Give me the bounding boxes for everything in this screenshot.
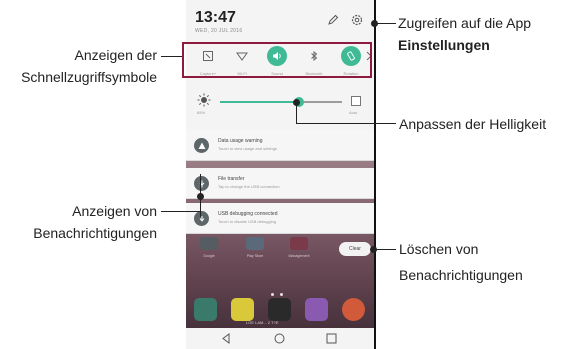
notification-title: USB debugging connected: [218, 211, 278, 217]
date: WED, 20 JUL 2016: [195, 28, 243, 34]
brightness-slider-track[interactable]: [220, 101, 342, 103]
notification-title: File transfer: [218, 176, 245, 182]
messages-app-icon[interactable]: [231, 298, 254, 321]
notification-subtitle: Tap to change the USB connection: [218, 184, 280, 189]
clear-callout: Löschen von Benachrichtigungen: [399, 236, 523, 288]
google-app-icon[interactable]: [200, 237, 218, 250]
notifications-callout-line1: Anzeigen von: [72, 203, 157, 219]
settings-callout-line2: Einstellungen: [398, 37, 490, 53]
notifications-callout: Anzeigen von Benachrichtigungen: [0, 200, 157, 244]
brightness-sun-icon: [197, 93, 211, 107]
play-store-app-icon[interactable]: [246, 237, 264, 250]
brightness-callout-line-h: [296, 123, 396, 125]
clear-callout-line2: Benachrichtigungen: [399, 267, 523, 283]
auto-brightness-checkbox[interactable]: [351, 96, 361, 106]
notifications-callout-line-h: [161, 211, 201, 213]
recent-apps-icon[interactable]: [325, 332, 338, 345]
warning-icon: [198, 142, 205, 149]
chrome-app-icon[interactable]: [342, 298, 365, 321]
phone-app-icon[interactable]: [194, 298, 217, 321]
camera-app-icon[interactable]: [268, 298, 291, 321]
settings-callout-line: [375, 23, 396, 25]
quick-icons-callout: Anzeigen der Schnellzugriffsymbole: [0, 44, 157, 88]
clear-callout-line: [373, 249, 396, 251]
usb-icon: [199, 180, 204, 187]
notification-item[interactable]: USB debugging connected Touch to disable…: [186, 203, 374, 234]
notification-title: Data usage warning: [218, 138, 263, 144]
clear-callout-line1: Löschen von: [399, 241, 479, 257]
notification-item[interactable]: File transfer Tap to change the USB conn…: [186, 168, 374, 199]
brightness-value: 65%: [197, 110, 206, 115]
settings-callout-line1: Zugreifen auf die App: [398, 15, 532, 31]
notification-item[interactable]: Data usage warning Touch to view usage a…: [186, 130, 374, 161]
brightness-slider-fill: [220, 101, 300, 103]
quick-icons-callout-line1: Anzeigen der: [74, 47, 157, 63]
debug-icon: [199, 215, 204, 222]
phone-frame: [374, 0, 376, 349]
auto-brightness-label: Auto: [349, 110, 358, 115]
settings-callout: Zugreifen auf die App Einstellungen: [398, 12, 531, 56]
clear-button[interactable]: Clear: [339, 242, 371, 256]
home-app-label: Google: [203, 254, 215, 258]
home-app-label: Management: [288, 254, 310, 258]
quick-icons-callout-line: [161, 56, 182, 58]
navigation-bar: [186, 328, 374, 349]
quick-icons-callout-line2: Schnellzugriffsymbole: [21, 69, 157, 85]
notification-subtitle: Touch to view usage and settings: [218, 146, 277, 151]
edit-icon[interactable]: [327, 14, 339, 26]
clock: 13:47: [195, 9, 236, 26]
gallery-app-icon[interactable]: [305, 298, 328, 321]
home-app-label: Play Store: [246, 254, 264, 258]
dock-caption: LGE LAM... 2 T?E: [246, 320, 279, 325]
brightness-callout: Anpassen der Helligkeit: [399, 113, 546, 135]
notifications-callout-line2: Benachrichtigungen: [33, 225, 157, 241]
home-icon[interactable]: [273, 332, 286, 345]
management-app-icon[interactable]: [290, 237, 308, 250]
brightness-control: 65% Auto: [186, 88, 374, 122]
quick-settings-highlight: [182, 42, 372, 78]
back-icon[interactable]: [220, 332, 233, 345]
brightness-callout-line1: Anpassen der Helligkeit: [399, 116, 547, 132]
brightness-callout-line-v: [296, 103, 298, 124]
gear-icon[interactable]: [350, 13, 364, 27]
notification-subtitle: Touch to disable USB debugging: [218, 219, 277, 224]
